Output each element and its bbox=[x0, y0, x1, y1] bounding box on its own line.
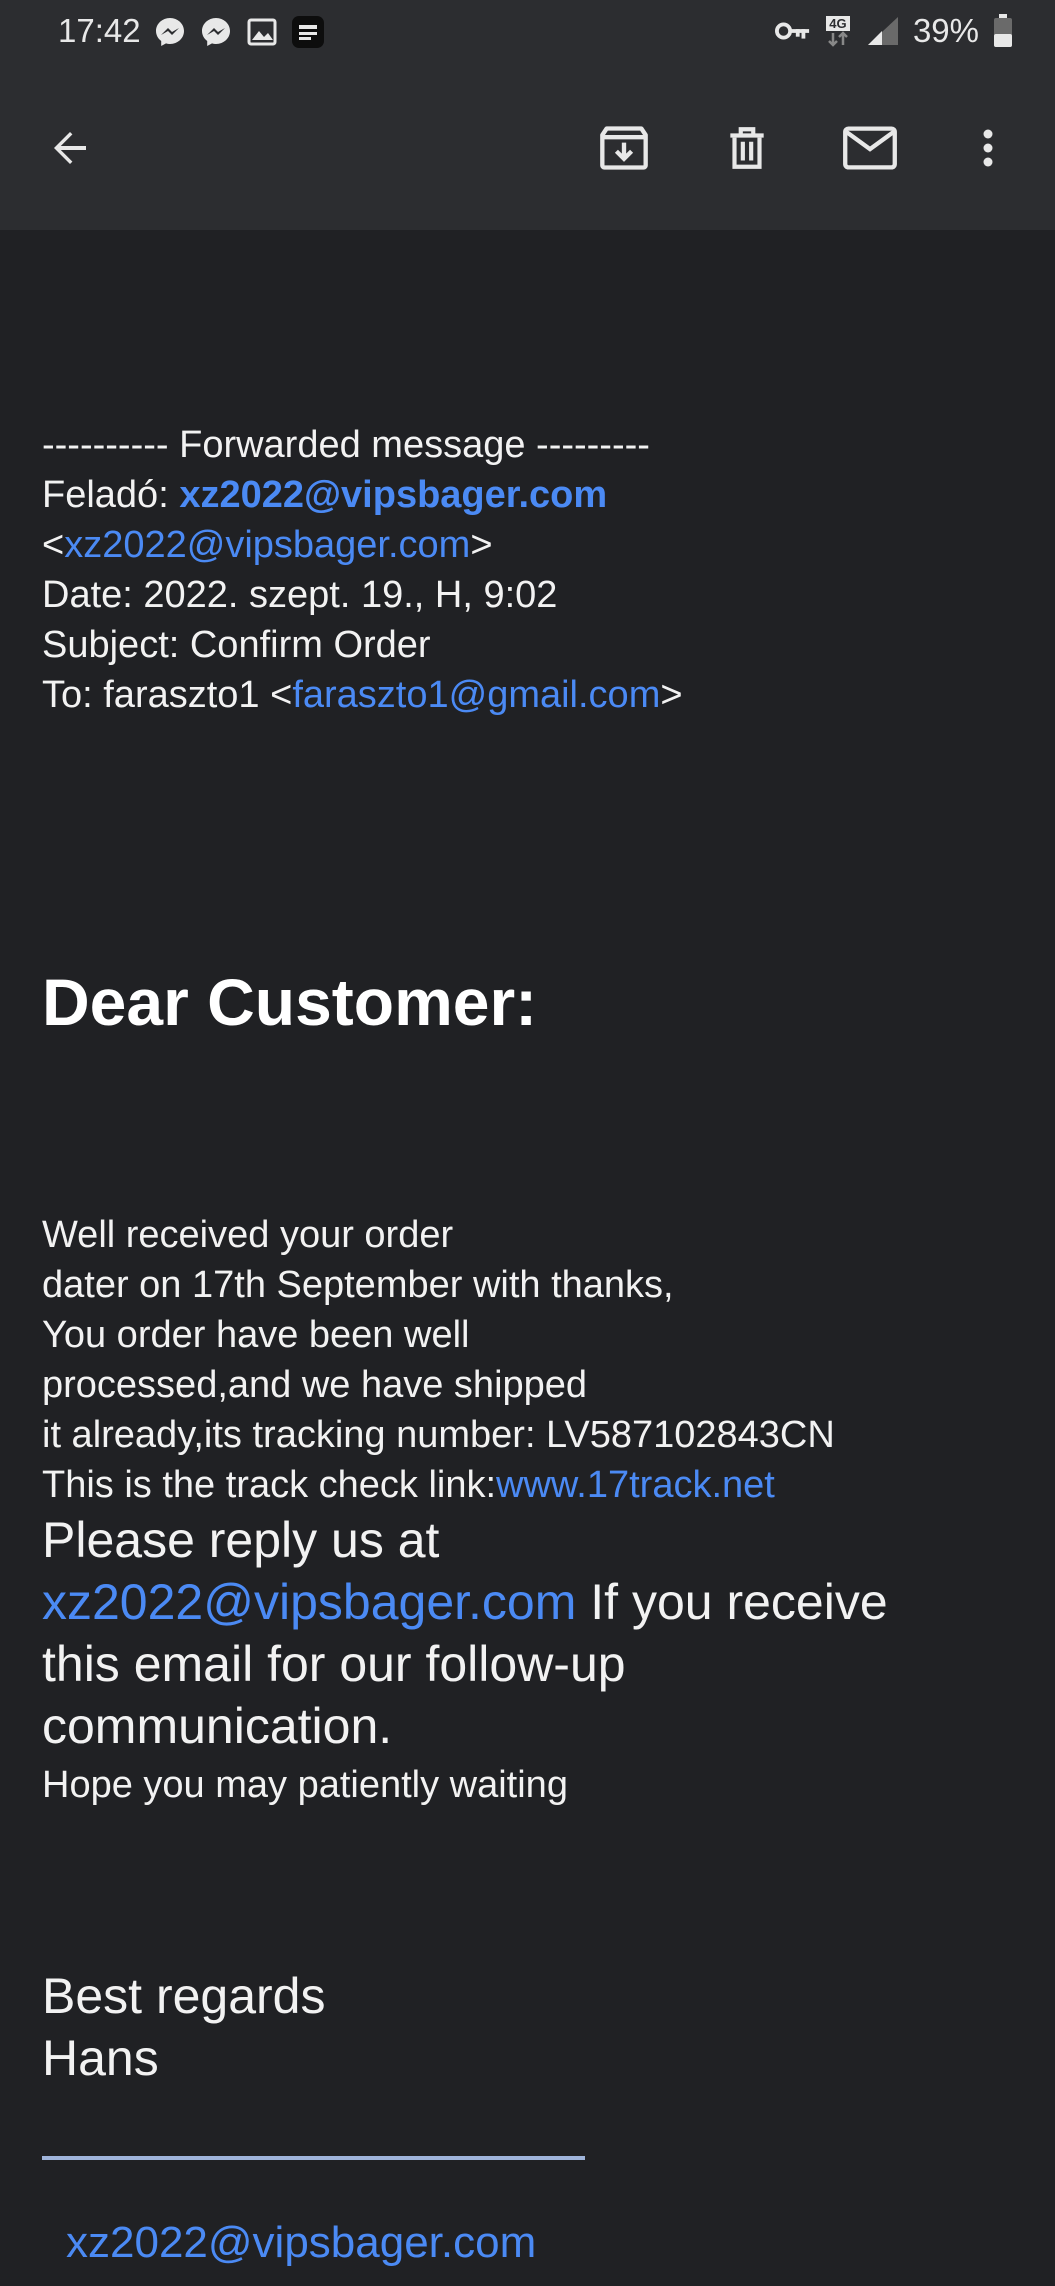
more-options-button[interactable] bbox=[956, 116, 1020, 180]
from-name-link[interactable]: xz2022@vipsbager.com bbox=[179, 474, 607, 516]
delete-button[interactable] bbox=[715, 116, 779, 180]
signature-email-link[interactable]: xz2022@vipsbager.com bbox=[66, 2218, 536, 2267]
signature-name: Hans bbox=[42, 2030, 159, 2086]
envelope-icon bbox=[843, 126, 897, 170]
signal-icon bbox=[865, 13, 901, 49]
email-toolbar bbox=[0, 70, 1055, 230]
body-line: You order have been well bbox=[42, 1314, 470, 1356]
gallery-icon bbox=[244, 14, 280, 50]
from-line: Feladó: xz2022@vipsbager.com bbox=[42, 470, 607, 520]
forward-header: ---------- Forwarded message --------- bbox=[42, 424, 650, 466]
battery-percentage: 39% bbox=[912, 12, 979, 49]
mark-unread-button[interactable] bbox=[838, 116, 902, 180]
status-bar: 17:42 4G 39% bbox=[0, 0, 1055, 70]
to-address-link[interactable]: faraszto1@gmail.com bbox=[292, 674, 660, 716]
greeting-heading: Dear Customer: bbox=[42, 965, 538, 1039]
body-line: it already,its tracking number: LV587102… bbox=[42, 1414, 835, 1456]
reply-line: Please reply us at bbox=[42, 1512, 440, 1568]
reply-line: communication. bbox=[42, 1698, 393, 1754]
track-line: This is the track check link:www.17track… bbox=[42, 1460, 775, 1510]
from-open-bracket: < bbox=[42, 524, 65, 566]
messenger-icon bbox=[198, 14, 234, 50]
signature-email: xz2022@vipsbager.com bbox=[66, 2212, 536, 2274]
to-prefix: To: faraszto1 < bbox=[42, 674, 293, 716]
reply-email-link[interactable]: xz2022@vipsbager.com bbox=[42, 1574, 576, 1630]
system-status: 4G 39% bbox=[774, 12, 1015, 50]
hope-line: Hope you may patiently waiting bbox=[42, 1764, 568, 1806]
track-link[interactable]: www.17track.net bbox=[496, 1464, 775, 1506]
trash-icon bbox=[730, 127, 764, 169]
battery-icon bbox=[991, 13, 1015, 49]
to-line: To: faraszto1 <faraszto1@gmail.com> bbox=[42, 670, 683, 720]
date-line: Date: 2022. szept. 19., H, 9:02 bbox=[42, 574, 558, 616]
body-line: dater on 17th September with thanks, bbox=[42, 1264, 674, 1306]
notification-icons bbox=[152, 14, 326, 50]
back-button[interactable] bbox=[38, 116, 102, 180]
reply-suffix: If you receive bbox=[576, 1574, 888, 1630]
more-vert-icon bbox=[983, 129, 993, 167]
to-close-bracket: > bbox=[660, 674, 683, 716]
status-time: 17:42 bbox=[58, 12, 141, 49]
network-label: 4G bbox=[826, 15, 850, 31]
messenger-icon bbox=[152, 14, 188, 50]
vpn-key-icon bbox=[774, 13, 811, 49]
regards-line: Best regards bbox=[42, 1968, 326, 2024]
signature-divider bbox=[42, 2156, 585, 2160]
from-address-link[interactable]: xz2022@vipsbager.com bbox=[64, 524, 470, 566]
from-address-line: <xz2022@vipsbager.com> bbox=[42, 520, 493, 570]
app-icon bbox=[290, 14, 326, 50]
network-4g-icon: 4G bbox=[823, 13, 853, 49]
body-line: processed,and we have shipped bbox=[42, 1364, 588, 1406]
reply-line: xz2022@vipsbager.com If you receive bbox=[42, 1571, 888, 1633]
archive-button[interactable] bbox=[592, 116, 656, 180]
subject-line: Subject: Confirm Order bbox=[42, 624, 431, 666]
arrow-left-icon bbox=[54, 132, 86, 164]
body-line: Well received your order bbox=[42, 1214, 454, 1256]
archive-icon bbox=[600, 126, 648, 170]
track-prefix: This is the track check link: bbox=[42, 1464, 497, 1506]
reply-line: this email for our follow-up bbox=[42, 1636, 626, 1692]
from-close-bracket: > bbox=[470, 524, 493, 566]
from-label: Feladó: bbox=[42, 474, 180, 516]
